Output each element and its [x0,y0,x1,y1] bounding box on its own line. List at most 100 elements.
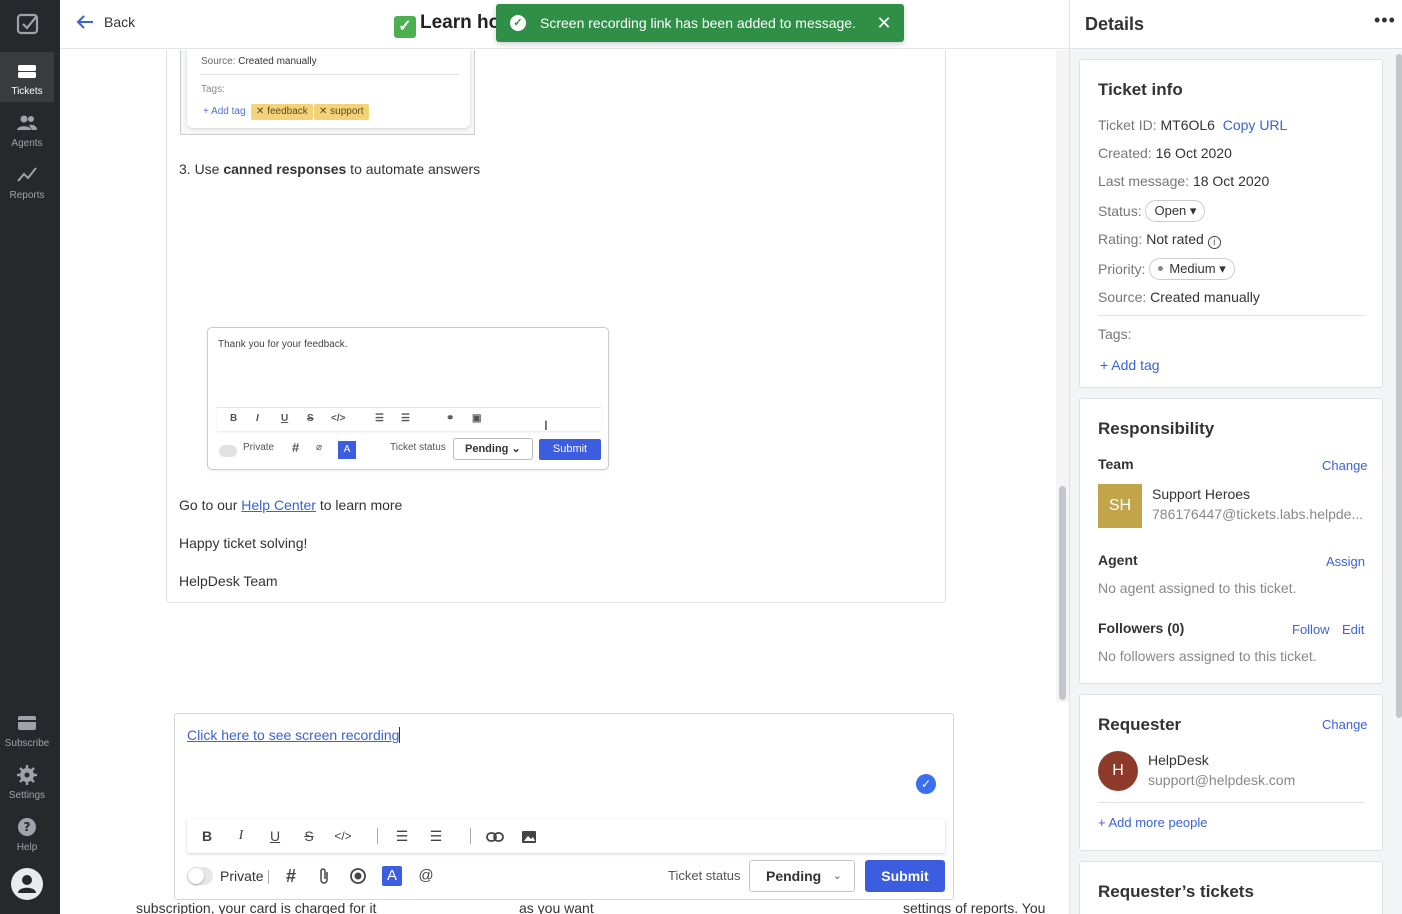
status-value: Open [1154,203,1187,218]
bullet-list-button[interactable]: ☰ [426,826,446,846]
scrollbar-thumb[interactable] [1396,54,1402,718]
nav-item-settings[interactable]: Settings [0,758,54,808]
edit-followers-link[interactable]: Edit [1342,622,1364,637]
nav-label-settings: Settings [8,790,46,801]
priority-dropdown[interactable]: Medium ▾ [1149,258,1235,280]
image-tag-chip: ✕ support [314,104,369,120]
nav-item-agents[interactable]: Agents [0,106,54,156]
image-source-value: Created manually [238,56,317,67]
status-dropdown[interactable]: Open ▾ [1145,200,1206,222]
tickets-icon [18,65,36,78]
ticket-status-select[interactable]: Pending ⌄ [749,860,855,892]
strikethrough-button[interactable]: S [299,826,319,846]
scrollbar-thumb[interactable] [1059,486,1066,700]
screen-recording-link[interactable]: Click here to see screen recording [187,727,399,743]
image-ticket-status-label: Ticket status [390,442,446,453]
add-more-people-link[interactable]: + Add more people [1098,815,1208,830]
conversation-scrollbar[interactable] [1056,50,1069,702]
check-mark-icon: ✓ [394,16,416,38]
follow-link[interactable]: Follow [1292,622,1330,637]
bold-button[interactable]: B [197,826,217,846]
followers-label: Followers (0) [1098,620,1185,636]
private-toggle[interactable] [187,867,213,885]
ticket-status-value: Pending [766,868,822,884]
link-icon: ⚭ [446,413,455,424]
requester-tickets-card: Requester’s tickets [1079,861,1383,914]
image-status-select: Pending ⌄ [453,438,533,460]
composer-text[interactable]: Click here to see screen recording [187,727,401,743]
ticket-id-value: MT6OL6 [1160,117,1215,133]
image-icon: ▣ [472,413,482,424]
requester-tickets-heading: Requester’s tickets [1098,882,1254,901]
user-avatar[interactable] [11,868,43,900]
paperclip-icon [320,868,328,884]
hash-icon[interactable]: # [281,866,301,886]
team-email: 786176447@tickets.labs.helpde... [1152,506,1364,522]
link-button[interactable] [485,826,505,846]
chevron-down-icon: ⌄ [832,870,842,882]
assign-agent-link[interactable]: Assign [1326,554,1365,569]
ticket-id-label: Ticket ID: [1098,117,1157,133]
ordered-list-button[interactable]: ☰ [392,826,412,846]
cutoff-text: subscription, your card is charged for i… [136,900,377,914]
nav-item-tickets[interactable]: Tickets [0,52,54,102]
text-cursor-icon: I [544,417,548,433]
change-team-link[interactable]: Change [1322,458,1368,473]
attachment-icon: ⌀ [316,442,323,453]
submit-button[interactable]: Submit [865,860,945,892]
nav-label-reports: Reports [9,190,45,201]
source-value: Created manually [1150,289,1260,305]
insert-image-button[interactable] [519,826,539,846]
bold-icon: B [230,413,238,424]
helpdesk-logo-icon[interactable] [16,12,40,36]
step3-suffix: to automate answers [346,161,481,177]
image-private-label: Private [243,442,275,453]
image-tag-support: support [330,106,364,117]
priority-value: Medium [1169,261,1216,276]
more-options-icon[interactable]: ••• [1374,10,1396,31]
rating-label: Rating: [1098,231,1143,247]
help-prefix: Go to our [179,497,242,513]
change-requester-link[interactable]: Change [1322,717,1368,732]
created-row: Created: 16 Oct 2020 [1098,145,1232,161]
nav-item-reports[interactable]: Reports [0,158,54,208]
back-button[interactable]: Back [76,14,135,30]
image-toggle [219,445,237,457]
code-button[interactable]: </> [333,826,353,846]
italic-icon: I [256,413,259,424]
copy-url-link[interactable]: Copy URL [1223,117,1288,133]
nav-label-help: Help [16,842,38,853]
reply-composer[interactable]: Click here to see screen recording ✓ B I… [174,713,954,900]
underline-button[interactable]: U [265,826,285,846]
nav-label-tickets: Tickets [11,86,43,97]
info-icon[interactable]: i [1207,236,1221,249]
status-row: Status: Open ▾ [1098,200,1206,222]
add-tag-text[interactable]: + Add tag [1100,357,1160,373]
composer-footer: Private # A @ Ticket status Pending ⌄ Sub… [187,860,945,892]
attachment-icon[interactable] [314,866,334,886]
mention-icon[interactable]: @ [416,866,436,886]
message-signature: HelpDesk Team [179,573,278,589]
text-color-icon: A [338,441,356,459]
success-toast: ✓ Screen recording link has been added t… [496,4,904,42]
add-tag-link[interactable]: + Add tag [1100,357,1160,373]
grammar-check-icon[interactable]: ✓ [916,774,936,794]
details-scrollbar[interactable] [1395,50,1402,914]
nav-item-subscribe[interactable]: Subscribe [0,706,54,756]
followers-empty-text: No followers assigned to this ticket. [1098,648,1317,664]
details-title: Details [1085,14,1145,34]
help-icon: ? [18,818,36,836]
requester-name: HelpDesk [1148,752,1209,768]
private-label: Private [220,868,264,884]
help-center-link[interactable]: Help Center [241,497,316,513]
text-color-icon[interactable]: A [382,866,402,886]
step3-bold: canned responses [223,161,347,177]
cutoff-text: as you want [519,900,594,914]
rating-value: Not rated [1146,231,1204,247]
nav-item-help[interactable]: ? Help [0,810,54,860]
italic-button[interactable]: I [231,826,251,846]
close-icon[interactable]: ✕ [872,13,896,34]
ticket-title-text: Learn ho [420,12,501,33]
screen-record-icon[interactable] [348,866,368,886]
agent-empty-text: No agent assigned to this ticket. [1098,580,1297,596]
